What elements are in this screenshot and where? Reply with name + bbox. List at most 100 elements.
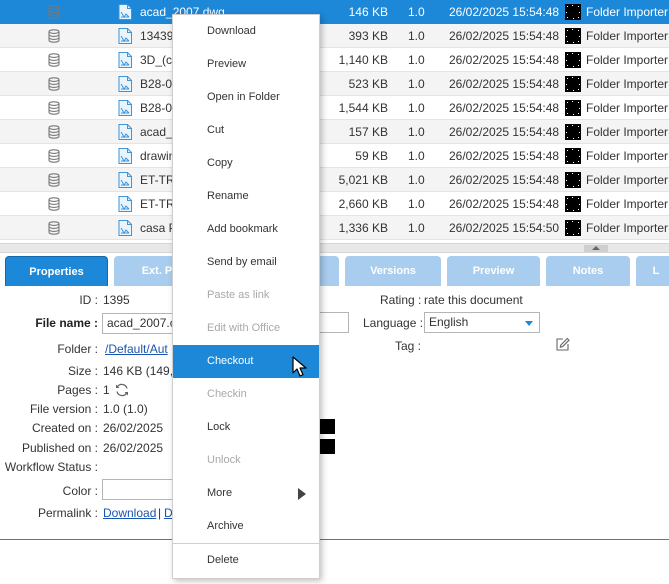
menu-item-copy[interactable]: Copy (173, 147, 319, 180)
menu-item-rename[interactable]: Rename (173, 180, 319, 213)
pages-value: 1 (103, 383, 110, 397)
table-row[interactable]: ET-TR- 2,660 KB 1.0 26/02/2025 15:54:48 … (0, 192, 669, 216)
refresh-icon[interactable] (114, 382, 130, 398)
menu-item-preview[interactable]: Preview (173, 48, 319, 81)
file-author: Folder Importer (586, 221, 669, 235)
database-icon (47, 149, 63, 163)
database-icon (47, 197, 63, 211)
database-icon (47, 5, 63, 19)
table-row[interactable]: B28-0 523 KB 1.0 26/02/2025 15:54:48 Fol… (0, 72, 669, 96)
permalink-download-link[interactable]: Download (103, 505, 156, 521)
avatar (565, 220, 581, 236)
color-input[interactable] (102, 479, 177, 500)
menu-item-download[interactable]: Download (173, 15, 319, 48)
file-size: 59 KB (355, 149, 388, 163)
avatar (565, 4, 581, 20)
language-label: Language : (363, 316, 424, 330)
table-row[interactable]: ET-TRD 5,021 KB 1.0 26/02/2025 15:54:48 … (0, 168, 669, 192)
file-version-label: File version : (29, 402, 98, 416)
file-version: 1.0 (408, 221, 425, 235)
tab-properties[interactable]: Properties (5, 256, 108, 286)
table-row[interactable]: drawin 59 KB 1.0 26/02/2025 15:54:48 Fol… (0, 144, 669, 168)
dwg-file-icon (118, 124, 132, 140)
avatar (565, 52, 581, 68)
file-date: 26/02/2025 15:54:48 (449, 173, 560, 187)
table-row[interactable]: acad_ 157 KB 1.0 26/02/2025 15:54:48 Fol… (0, 120, 669, 144)
file-author: Folder Importer (586, 149, 669, 163)
table-row[interactable]: 13439 393 KB 1.0 26/02/2025 15:54:48 Fol… (0, 24, 669, 48)
file-table: acad_2007.dwg 146 KB 1.0 26/02/2025 15:5… (0, 0, 669, 240)
dwg-file-icon (118, 148, 132, 164)
menu-item-lock[interactable]: Lock (173, 411, 319, 444)
detail-tabs: Properties Ext. P Versions Preview Notes… (0, 253, 669, 540)
pages-label: Pages : (57, 383, 98, 397)
tab-versions[interactable]: Versions (345, 256, 441, 286)
file-version: 1.0 (408, 173, 425, 187)
file-author: Folder Importer (586, 5, 669, 19)
table-row[interactable]: acad_2007.dwg 146 KB 1.0 26/02/2025 15:5… (0, 0, 669, 24)
language-value: English (429, 315, 469, 329)
submenu-arrow-icon (298, 488, 306, 500)
database-icon (47, 173, 63, 187)
dwg-file-icon (118, 220, 132, 236)
tab-preview[interactable]: Preview (447, 256, 540, 286)
dwg-file-icon (118, 196, 132, 212)
workflow-status-label: Workflow Status : (4, 460, 98, 474)
rating-label: Rating : (380, 293, 422, 307)
database-icon (47, 221, 63, 235)
permalink-separator: | (158, 506, 162, 520)
file-name-input[interactable]: acad_2007.c (102, 313, 177, 334)
folder-link[interactable]: /Default/Aut (105, 341, 168, 357)
file-date: 26/02/2025 15:54:48 (449, 77, 560, 91)
file-size: 523 KB (348, 77, 388, 91)
dwg-file-icon (118, 52, 132, 68)
avatar (565, 100, 581, 116)
file-date: 26/02/2025 15:54:48 (449, 5, 560, 19)
file-version: 1.0 (408, 197, 425, 211)
file-version: 1.0 (408, 5, 425, 19)
file-date: 26/02/2025 15:54:50 (449, 221, 560, 235)
title-input[interactable] (318, 312, 349, 333)
table-row[interactable]: B28-0 1,544 KB 1.0 26/02/2025 15:54:48 F… (0, 96, 669, 120)
menu-item-archive[interactable]: Archive (173, 510, 319, 543)
file-name-label: File name : (35, 316, 98, 330)
language-select[interactable]: English (424, 312, 540, 333)
menu-item-open-in-folder[interactable]: Open in Folder (173, 81, 319, 114)
file-date: 26/02/2025 15:54:48 (449, 29, 560, 43)
rating-link[interactable]: rate this document (424, 292, 523, 308)
file-version: 1.0 (408, 149, 425, 163)
table-row[interactable]: 3D_(co 1,140 KB 1.0 26/02/2025 15:54:48 … (0, 48, 669, 72)
created-value: 26/02/2025 (103, 421, 164, 435)
tab-links[interactable]: L (636, 256, 669, 286)
menu-item-add-bookmark[interactable]: Add bookmark (173, 213, 319, 246)
permalink-label: Permalink : (37, 506, 98, 520)
table-row[interactable]: casa P 1,336 KB 1.0 26/02/2025 15:54:50 … (0, 216, 669, 240)
avatar (565, 76, 581, 92)
dwg-file-icon (118, 28, 132, 44)
avatar (565, 196, 581, 212)
id-value: 1395 (103, 293, 130, 307)
file-version: 1.0 (408, 125, 425, 139)
menu-item-checkin: Checkin (207, 388, 247, 400)
panel-splitter[interactable] (0, 243, 669, 253)
edit-icon[interactable] (555, 337, 570, 352)
file-version: 1.0 (408, 101, 425, 115)
file-date: 26/02/2025 15:54:48 (449, 53, 560, 67)
database-icon (47, 29, 63, 43)
menu-item-delete[interactable]: Delete (173, 544, 319, 577)
tab-notes[interactable]: Notes (546, 256, 630, 286)
avatar (565, 148, 581, 164)
file-author: Folder Importer (586, 197, 669, 211)
menu-item-cut[interactable]: Cut (173, 114, 319, 147)
menu-item-more[interactable]: More (173, 477, 319, 510)
file-date: 26/02/2025 15:54:48 (449, 197, 560, 211)
collapse-up-icon[interactable] (584, 245, 608, 252)
color-label: Color : (62, 484, 98, 498)
published-value: 26/02/2025 (103, 441, 164, 455)
properties-panel: ID : 1395 File name : acad_2007.c Folder… (0, 288, 669, 584)
file-author: Folder Importer (586, 125, 669, 139)
tag-label: Tag : (395, 339, 422, 353)
menu-item-send-by-email[interactable]: Send by email (173, 246, 319, 279)
menu-item-more-label: More (207, 487, 233, 499)
id-label: ID : (79, 293, 98, 307)
